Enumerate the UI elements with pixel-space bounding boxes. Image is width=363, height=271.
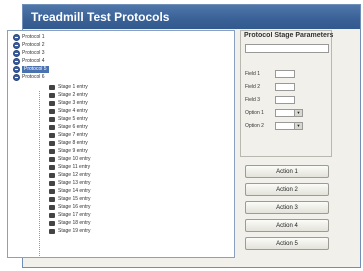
stage-icon: [49, 85, 55, 90]
action-button-1[interactable]: Action 1: [245, 165, 329, 178]
stage-icon: [49, 205, 55, 210]
protocol-name-field[interactable]: [245, 44, 329, 53]
action-button-2[interactable]: Action 2: [245, 183, 329, 196]
tree-stage-label: Stage 9 entry: [58, 148, 88, 154]
field-input-2[interactable]: [275, 83, 295, 91]
stage-icon: [49, 229, 55, 234]
window-title: Treadmill Test Protocols: [23, 5, 360, 29]
stage-icon: [49, 165, 55, 170]
tree-stage-label: Stage 8 entry: [58, 140, 88, 146]
tree-folder-label: Protocol 1: [22, 34, 45, 40]
select-label-1: Option 1: [245, 110, 264, 116]
action-button-5[interactable]: Action 5: [245, 237, 329, 250]
tree-stage-label: Stage 14 entry: [58, 188, 91, 194]
stage-icon: [49, 125, 55, 130]
protocol-tree[interactable]: Protocol 1 Protocol 2 Protocol 3 Protocol 4…: [7, 30, 235, 258]
stage-icon: [49, 117, 55, 122]
stage-icon: [49, 149, 55, 154]
stage-icon: [49, 157, 55, 162]
stage-icon: [49, 109, 55, 114]
tree-stage-label: Stage 11 entry: [58, 164, 91, 170]
tree-connector-line: [39, 91, 40, 256]
select-label-2: Option 2: [245, 123, 264, 129]
tree-stage-label: Stage 12 entry: [58, 172, 91, 178]
stage-icon: [49, 101, 55, 106]
expand-toggle-icon[interactable]: [13, 42, 20, 49]
expand-toggle-icon[interactable]: [13, 50, 20, 57]
select-dropdown-2[interactable]: ▼: [275, 122, 303, 130]
stage-icon: [49, 93, 55, 98]
expand-toggle-icon[interactable]: [13, 58, 20, 65]
stage-icon: [49, 221, 55, 226]
tree-folder-label: Protocol 2: [22, 42, 45, 48]
tree-folder-label: Protocol 5: [22, 66, 49, 73]
stage-icon: [49, 197, 55, 202]
action-button-4[interactable]: Action 4: [245, 219, 329, 232]
stage-icon: [49, 173, 55, 178]
expand-toggle-icon[interactable]: [13, 34, 20, 41]
tree-stage-label: Stage 2 entry: [58, 92, 88, 98]
tree-stage-label: Stage 19 entry: [58, 228, 91, 234]
stage-parameters-title: Protocol Stage Parameters: [244, 32, 333, 39]
tree-stage-label: Stage 10 entry: [58, 156, 91, 162]
expand-toggle-icon[interactable]: [13, 66, 20, 73]
field-input-3[interactable]: [275, 96, 295, 104]
tree-stage-label: Stage 1 entry: [58, 84, 88, 90]
tree-stage-label: Stage 3 entry: [58, 100, 88, 106]
stage-icon: [49, 189, 55, 194]
stage-icon: [49, 133, 55, 138]
field-label-3: Field 3: [245, 97, 261, 103]
select-dropdown-1[interactable]: ▼: [275, 109, 303, 117]
tree-stage-label: Stage 7 entry: [58, 132, 88, 138]
field-label-1: Field 1: [245, 71, 261, 77]
tree-stage-label: Stage 5 entry: [58, 116, 88, 122]
tree-stage-label: Stage 18 entry: [58, 220, 91, 226]
action-button-3[interactable]: Action 3: [245, 201, 329, 214]
tree-stage-label: Stage 15 entry: [58, 196, 91, 202]
tree-stage-label: Stage 6 entry: [58, 124, 88, 130]
stage-icon: [49, 213, 55, 218]
tree-stage-label: Stage 13 entry: [58, 180, 91, 186]
tree-folder-label: Protocol 3: [22, 50, 45, 56]
tree-stage-label: Stage 4 entry: [58, 108, 88, 114]
stage-icon: [49, 181, 55, 186]
expand-toggle-icon[interactable]: [13, 74, 20, 81]
tree-stage-label: Stage 17 entry: [58, 212, 91, 218]
tree-folder-label: Protocol 6: [22, 74, 45, 80]
field-input-1[interactable]: [275, 70, 295, 78]
chevron-down-icon[interactable]: ▼: [294, 110, 302, 116]
tree-folder-label: Protocol 4: [22, 58, 45, 64]
field-label-2: Field 2: [245, 84, 261, 90]
stage-icon: [49, 141, 55, 146]
tree-stage-label: Stage 16 entry: [58, 204, 91, 210]
chevron-down-icon[interactable]: ▼: [294, 123, 302, 129]
